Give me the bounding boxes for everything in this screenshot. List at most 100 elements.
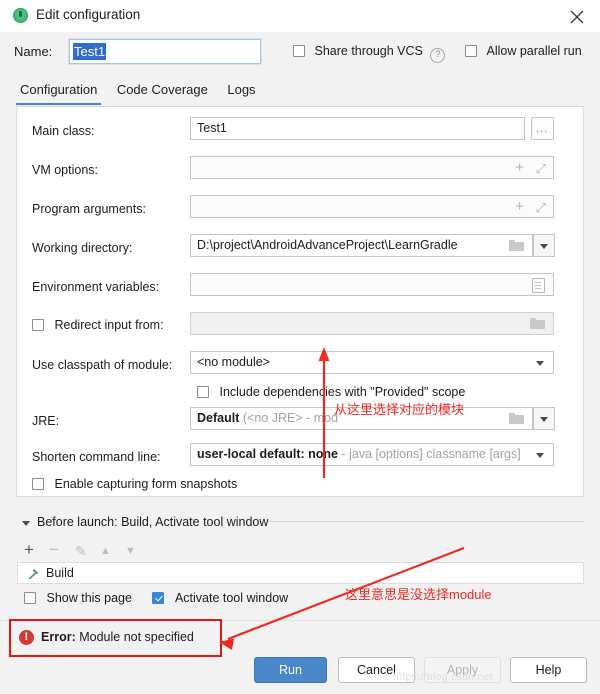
help-icon[interactable]: ?	[430, 48, 446, 63]
edit-task-button[interactable]: ✎	[75, 543, 87, 559]
edit-configuration-dialog: Edit configuration Name: Test1 Share thr…	[0, 0, 600, 694]
row-working-directory: Working directory: D:\project\AndroidAdv…	[17, 234, 585, 264]
run-button[interactable]: Run	[254, 657, 327, 683]
jre-label: JRE:	[32, 414, 60, 428]
use-classpath-label: Use classpath of module:	[32, 358, 173, 372]
allow-parallel-run-label: Allow parallel run	[486, 44, 582, 58]
before-launch-item-build: Build	[46, 566, 74, 580]
move-up-button[interactable]: ▲	[100, 543, 111, 559]
before-launch-collapse-icon[interactable]	[22, 521, 30, 526]
row-shorten-command-line: Shorten command line: user-local default…	[17, 443, 585, 473]
activate-tool-window-label: Activate tool window	[174, 591, 289, 605]
share-through-vcs-box[interactable]	[293, 45, 305, 57]
environment-variables-input[interactable]	[190, 273, 554, 296]
row-vm-options: VM options: + ⤢	[17, 156, 585, 186]
move-down-button[interactable]: ▼	[125, 543, 136, 559]
add-icon[interactable]: +	[515, 160, 524, 175]
jre-value-group: Default (<no JRE> - mod	[197, 411, 338, 425]
allow-parallel-run-box[interactable]	[465, 45, 477, 57]
expand-icon[interactable]: ⤢	[536, 162, 546, 175]
tab-configuration[interactable]: Configuration	[16, 82, 102, 105]
shorten-command-line-value: user-local default: none	[197, 447, 338, 461]
row-include-dependencies: Include dependencies with "Provided" sco…	[17, 380, 585, 410]
before-launch-divider	[268, 521, 584, 522]
shorten-command-line-label: Shorten command line:	[32, 450, 161, 464]
help-button[interactable]: Help	[510, 657, 587, 683]
working-directory-input[interactable]: D:\project\AndroidAdvanceProject\LearnGr…	[190, 234, 533, 257]
shorten-command-line-dropdown[interactable]: user-local default: none - java [options…	[190, 443, 554, 466]
vm-options-label: VM options:	[32, 163, 99, 177]
program-arguments-label: Program arguments:	[32, 202, 146, 216]
main-class-value: Test1	[197, 121, 227, 135]
activate-tool-window-checkbox[interactable]: Activate tool window	[152, 591, 288, 605]
allow-parallel-run-checkbox[interactable]: Allow parallel run	[465, 44, 582, 58]
name-input[interactable]: Test1	[69, 39, 261, 64]
form-snapshots-label: Enable capturing form snapshots	[54, 477, 238, 491]
bottom-checkbox-row: Show this page Activate tool window	[24, 591, 288, 605]
shorten-value-group: user-local default: none - java [options…	[197, 447, 521, 461]
redirect-input-checkbox[interactable]: Redirect input from:	[32, 318, 164, 332]
remove-task-button[interactable]: −	[49, 541, 59, 558]
before-launch-title: Before launch: Build, Activate tool wind…	[37, 515, 269, 529]
include-dependencies-label: Include dependencies with "Provided" sco…	[219, 385, 466, 399]
row-program-arguments: Program arguments: + ⤢	[17, 195, 585, 225]
row-jre: JRE: Default (<no JRE> - mod	[17, 407, 585, 437]
activate-tool-window-box[interactable]	[152, 592, 165, 604]
working-directory-dropdown[interactable]	[533, 234, 555, 257]
vm-options-input[interactable]: + ⤢	[190, 156, 554, 179]
row-redirect-input: Redirect input from:	[17, 312, 585, 342]
name-input-value: Test1	[73, 43, 107, 60]
tab-code-coverage[interactable]: Code Coverage	[113, 82, 212, 103]
include-dependencies-checkbox[interactable]: Include dependencies with "Provided" sco…	[197, 385, 465, 399]
chevron-down-icon	[540, 244, 548, 249]
program-arguments-input[interactable]: + ⤢	[190, 195, 554, 218]
annotation-module-hint: 从这里选择对应的模块	[334, 402, 465, 417]
main-class-label: Main class:	[32, 124, 95, 138]
row-main-class: Main class: Test1 ...	[17, 117, 585, 147]
jre-value-detail: (<no JRE> - mod	[242, 411, 339, 425]
chevron-down-icon	[536, 361, 544, 366]
use-classpath-value: <no module>	[197, 355, 270, 369]
add-task-button[interactable]: +	[24, 541, 34, 558]
show-this-page-label: Show this page	[46, 591, 132, 605]
jre-value: Default	[197, 411, 240, 425]
include-dependencies-box[interactable]	[197, 386, 209, 398]
use-classpath-dropdown[interactable]: <no module>	[190, 351, 554, 374]
window-title: Edit configuration	[36, 7, 141, 22]
form-snapshots-box[interactable]	[32, 478, 44, 490]
add-icon[interactable]: +	[515, 199, 524, 214]
show-this-page-checkbox[interactable]: Show this page	[24, 591, 135, 605]
environment-variables-label: Environment variables:	[32, 280, 160, 294]
watermark: https://blog.csdn.net	[393, 672, 494, 683]
chevron-down-icon	[536, 453, 544, 458]
folder-icon[interactable]	[530, 318, 545, 329]
ellipsis-icon: ...	[536, 123, 549, 135]
jre-dropdown-button[interactable]	[533, 407, 555, 430]
show-this-page-box[interactable]	[24, 592, 36, 604]
redirect-input-label: Redirect input from:	[54, 318, 164, 332]
form-snapshots-checkbox[interactable]: Enable capturing form snapshots	[32, 477, 237, 491]
chevron-down-icon	[540, 417, 548, 422]
redirect-input-box[interactable]	[32, 319, 44, 331]
expand-icon[interactable]: ⤢	[536, 201, 546, 214]
close-icon[interactable]	[564, 4, 590, 28]
error-highlight-box	[9, 619, 222, 657]
main-class-browse-button[interactable]: ...	[531, 117, 554, 140]
run-configuration-icon	[13, 8, 28, 23]
shorten-command-line-detail: - java [options] classname [args]	[338, 447, 521, 461]
tab-bar: Configuration Code Coverage Logs	[16, 82, 268, 105]
name-label: Name:	[14, 44, 53, 59]
share-through-vcs-checkbox[interactable]: Share through VCS ?	[293, 44, 446, 63]
share-through-vcs-label: Share through VCS	[314, 44, 423, 58]
folder-icon[interactable]	[509, 240, 524, 251]
list-icon[interactable]	[532, 278, 545, 293]
row-form-snapshots: Enable capturing form snapshots	[17, 472, 585, 502]
annotation-error-hint: 这里意思是没选择module	[345, 587, 492, 602]
before-launch-list[interactable]: Build	[17, 562, 584, 584]
hammer-icon	[28, 568, 39, 580]
folder-icon[interactable]	[509, 413, 524, 424]
row-environment-variables: Environment variables:	[17, 273, 585, 303]
redirect-input-field[interactable]	[190, 312, 554, 335]
main-class-input[interactable]: Test1	[190, 117, 525, 140]
tab-logs[interactable]: Logs	[223, 82, 259, 103]
